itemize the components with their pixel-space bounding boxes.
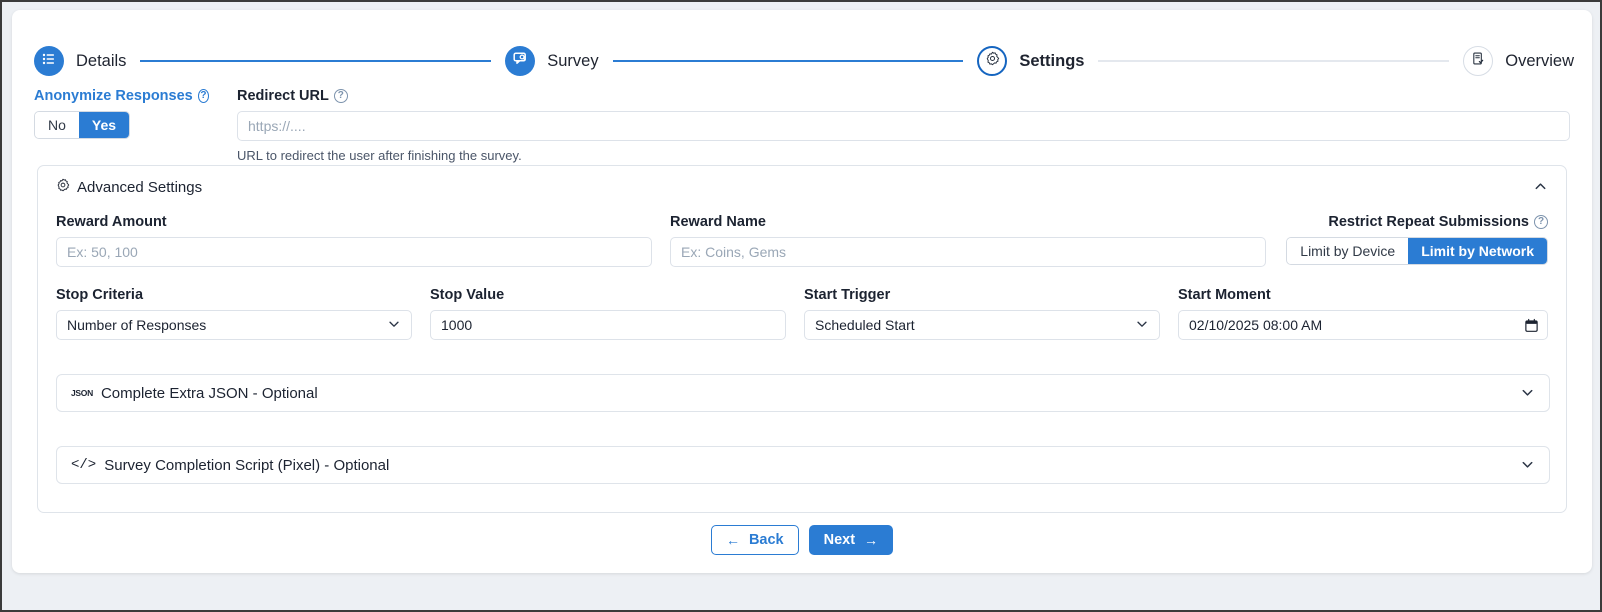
question-circle-icon[interactable]: ? bbox=[197, 89, 209, 103]
advanced-settings-label: Advanced Settings bbox=[77, 178, 203, 196]
anonymize-option-yes[interactable]: Yes bbox=[78, 112, 130, 138]
reward-name-input[interactable]: Ex: Coins, Gems bbox=[670, 237, 1266, 267]
document-check-icon bbox=[1471, 51, 1486, 71]
step-details-circle[interactable] bbox=[34, 46, 64, 76]
reward-amount-input[interactable]: Ex: 50, 100 bbox=[56, 237, 652, 267]
app-window: Details Survey Settings Overview Anonymi… bbox=[0, 0, 1602, 612]
start-trigger-label: Start Trigger bbox=[804, 287, 891, 303]
calendar-icon[interactable] bbox=[1524, 318, 1539, 333]
gear-icon bbox=[985, 51, 1000, 71]
start-moment-label: Start Moment bbox=[1178, 287, 1271, 303]
top-fields-row: Anonymize Responses ? No Yes Redirect UR… bbox=[12, 88, 1592, 163]
survey-search-icon bbox=[512, 50, 529, 72]
next-button[interactable]: Next → bbox=[808, 525, 894, 555]
stop-value-field: Stop Value 1000 bbox=[430, 287, 786, 340]
gear-icon bbox=[56, 178, 70, 196]
stop-criteria-value: Number of Responses bbox=[67, 317, 207, 333]
reward-amount-label: Reward Amount bbox=[56, 214, 167, 230]
chevron-down-icon[interactable] bbox=[387, 317, 401, 333]
stop-criteria-select[interactable]: Number of Responses bbox=[56, 310, 412, 340]
json-icon: JSON bbox=[71, 388, 93, 398]
complete-extra-json-label: Complete Extra JSON - Optional bbox=[100, 384, 318, 402]
anonymize-responses-toggle[interactable]: No Yes bbox=[34, 111, 131, 139]
survey-completion-script-section[interactable]: </> Survey Completion Script (Pixel) - O… bbox=[56, 446, 1550, 484]
step-survey-circle[interactable] bbox=[505, 46, 536, 76]
advanced-row-1: Reward Amount Ex: 50, 100 Reward Name Ex… bbox=[56, 214, 1548, 267]
step-settings-circle[interactable] bbox=[977, 46, 1008, 76]
chevron-down-icon[interactable] bbox=[1520, 385, 1535, 402]
reward-name-label: Reward Name bbox=[670, 214, 766, 230]
chevron-down-icon[interactable] bbox=[1520, 457, 1535, 474]
advanced-row-2: Stop Criteria Number of Responses Stop V… bbox=[56, 287, 1548, 340]
advanced-settings-grid: Reward Amount Ex: 50, 100 Reward Name Ex… bbox=[38, 214, 1566, 340]
next-button-label: Next bbox=[823, 532, 856, 548]
start-moment-field: Start Moment 02/10/2025 08:00 AM bbox=[1178, 287, 1548, 340]
list-icon bbox=[41, 51, 57, 72]
code-icon: </> bbox=[71, 457, 97, 473]
start-moment-value: 02/10/2025 08:00 AM bbox=[1189, 317, 1323, 333]
back-button[interactable]: ← Back bbox=[710, 525, 799, 555]
question-circle-icon[interactable]: ? bbox=[1534, 215, 1548, 229]
restrict-repeat-submissions-label: Restrict Repeat Submissions ? bbox=[1328, 214, 1548, 230]
settings-card: Details Survey Settings Overview Anonymi… bbox=[12, 10, 1592, 573]
redirect-url-hint: URL to redirect the user after finishing… bbox=[237, 148, 522, 163]
question-circle-icon[interactable]: ? bbox=[333, 89, 348, 103]
restrict-option-network[interactable]: Limit by Network bbox=[1408, 238, 1547, 264]
step-settings[interactable]: Settings bbox=[977, 46, 1084, 76]
arrow-right-icon: → bbox=[864, 532, 879, 548]
stepper-connector-2 bbox=[612, 60, 964, 62]
start-trigger-value: Scheduled Start bbox=[815, 317, 915, 333]
advanced-settings-panel: Advanced Settings Reward Amount Ex: 50, … bbox=[37, 165, 1567, 513]
survey-completion-script-label: Survey Completion Script (Pixel) - Optio… bbox=[104, 456, 390, 474]
reward-amount-field: Reward Amount Ex: 50, 100 bbox=[56, 214, 652, 267]
redirect-url-field: Redirect URL ? https://.... URL to redir… bbox=[237, 88, 1570, 163]
restrict-repeat-submissions-field: Restrict Repeat Submissions ? Limit by D… bbox=[1284, 214, 1548, 267]
redirect-url-input[interactable]: https://.... bbox=[237, 111, 1570, 141]
stepper-connector-3 bbox=[1098, 60, 1450, 62]
step-settings-label: Settings bbox=[1019, 51, 1085, 70]
stop-criteria-label: Stop Criteria bbox=[56, 287, 144, 303]
stop-value-label: Stop Value bbox=[430, 287, 505, 303]
anonymize-option-no[interactable]: No bbox=[35, 112, 79, 138]
complete-extra-json-section[interactable]: JSON Complete Extra JSON - Optional bbox=[56, 374, 1550, 412]
anonymize-responses-field: Anonymize Responses ? No Yes bbox=[34, 88, 209, 139]
step-overview-label: Overview bbox=[1505, 51, 1574, 70]
reward-name-field: Reward Name Ex: Coins, Gems bbox=[670, 214, 1266, 267]
advanced-settings-title: Advanced Settings bbox=[56, 178, 202, 196]
stop-criteria-field: Stop Criteria Number of Responses bbox=[56, 287, 412, 340]
stop-value-input[interactable]: 1000 bbox=[430, 310, 786, 340]
redirect-url-label: Redirect URL ? bbox=[237, 88, 1570, 104]
chevron-up-icon[interactable] bbox=[1533, 179, 1548, 196]
step-survey-label: Survey bbox=[547, 51, 599, 70]
advanced-settings-header[interactable]: Advanced Settings bbox=[38, 166, 1566, 208]
wizard-stepper: Details Survey Settings Overview bbox=[12, 32, 1592, 90]
chevron-down-icon[interactable] bbox=[1135, 317, 1149, 333]
wizard-footer: ← Back Next → bbox=[12, 525, 1592, 555]
back-button-label: Back bbox=[748, 532, 784, 548]
restrict-option-device[interactable]: Limit by Device bbox=[1287, 238, 1409, 264]
start-trigger-field: Start Trigger Scheduled Start bbox=[804, 287, 1160, 340]
restrict-repeat-submissions-toggle[interactable]: Limit by Device Limit by Network bbox=[1286, 237, 1548, 265]
stepper-connector-1 bbox=[140, 60, 492, 62]
start-trigger-select[interactable]: Scheduled Start bbox=[804, 310, 1160, 340]
step-details-label: Details bbox=[76, 51, 127, 70]
anonymize-responses-label: Anonymize Responses ? bbox=[34, 88, 209, 104]
start-moment-input[interactable]: 02/10/2025 08:00 AM bbox=[1178, 310, 1548, 340]
step-overview-circle[interactable] bbox=[1463, 46, 1494, 76]
step-details[interactable]: Details bbox=[34, 46, 126, 76]
step-overview[interactable]: Overview bbox=[1463, 46, 1574, 76]
arrow-left-icon: ← bbox=[725, 532, 740, 548]
step-survey[interactable]: Survey bbox=[505, 46, 599, 76]
